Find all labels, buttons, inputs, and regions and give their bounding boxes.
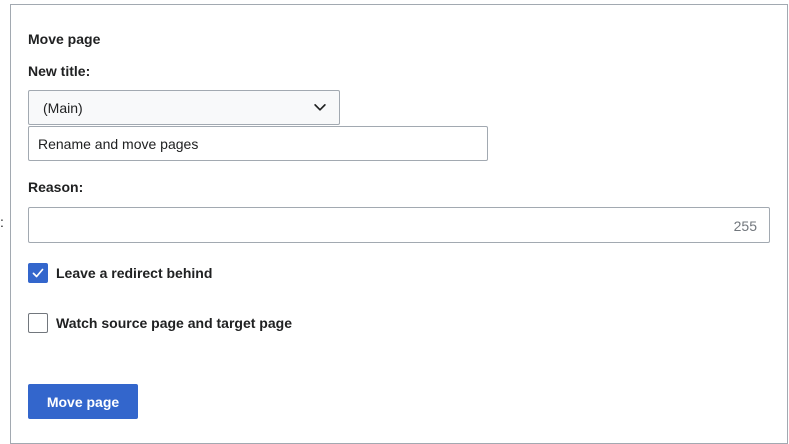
leave-redirect-option[interactable]: Leave a redirect behind bbox=[28, 263, 212, 283]
move-page-fieldset: Move page New title: (Main) Rename and m… bbox=[10, 4, 788, 444]
new-title-label: New title: bbox=[28, 63, 91, 79]
leave-redirect-label[interactable]: Leave a redirect behind bbox=[56, 265, 212, 281]
watch-pages-label[interactable]: Watch source page and target page bbox=[56, 315, 292, 331]
watch-pages-option[interactable]: Watch source page and target page bbox=[28, 313, 292, 333]
reason-label: Reason: bbox=[28, 179, 84, 195]
namespace-selected-value: (Main) bbox=[43, 99, 83, 116]
chevron-down-icon bbox=[314, 104, 326, 111]
fieldset-legend: Move page bbox=[28, 31, 101, 47]
new-title-input[interactable]: Rename and move pages bbox=[28, 126, 488, 161]
new-title-value: Rename and move pages bbox=[38, 135, 199, 152]
move-page-button[interactable]: Move page bbox=[28, 384, 138, 419]
reason-input[interactable]: 255 bbox=[28, 207, 770, 243]
stray-colon-text: : bbox=[0, 214, 4, 230]
leave-redirect-checkbox[interactable] bbox=[28, 263, 48, 283]
watch-pages-checkbox[interactable] bbox=[28, 313, 48, 333]
checkmark-icon bbox=[32, 268, 44, 278]
namespace-dropdown[interactable]: (Main) bbox=[28, 90, 340, 125]
reason-char-counter: 255 bbox=[733, 218, 757, 234]
